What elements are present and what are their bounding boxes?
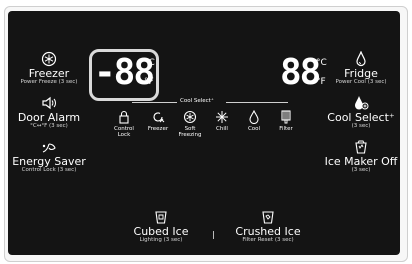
drop-plus-icon: [355, 96, 369, 110]
freezer-mode-label: Freezer: [147, 126, 169, 132]
chill-icon: [216, 111, 228, 123]
cool-icon: [249, 110, 259, 124]
fridge-label: Fridge: [344, 67, 378, 80]
freezer-label: Freezer: [28, 67, 70, 80]
lock-icon: [119, 110, 129, 124]
water-drop-icon: [356, 51, 366, 67]
energy-saver-label: Energy Saver: [12, 155, 86, 168]
freezer-sublabel: Power Freeze (3 sec): [20, 78, 78, 85]
ice-maker-off-label: Ice Maker Off: [324, 155, 398, 168]
door-alarm-sublabel: °C↔°F (3 sec): [30, 122, 68, 129]
energy-saver-button[interactable]: Energy Saver Control Lock (3 sec): [10, 139, 88, 173]
cool-select-sublabel: (3 sec): [351, 122, 371, 129]
fridge-sublabel: Power Cool (3 sec): [335, 78, 387, 85]
control-lock-option[interactable]: Control Lock: [108, 110, 140, 138]
freezer-button[interactable]: Freezer Power Freeze (3 sec): [14, 51, 84, 85]
fridge-temperature-display: 88: [280, 52, 321, 93]
cool-select-label: Cool Select⁺: [327, 111, 395, 124]
speaker-icon: [42, 96, 56, 110]
cool-select-line-right: [226, 102, 288, 103]
cool-option[interactable]: Cool: [238, 110, 270, 132]
crushed-ice-sublabel: Filter Reset (3 sec): [242, 236, 294, 243]
soft-freezing-label: Soft Freezing: [178, 126, 202, 139]
cubed-ice-label: Cubed Ice: [133, 225, 189, 238]
door-alarm-button[interactable]: Door Alarm °C↔°F (3 sec): [14, 95, 84, 129]
ice-bucket-icon: [355, 140, 367, 154]
leaf-plug-icon: [42, 143, 56, 153]
crushed-ice-label: Crushed Ice: [235, 225, 301, 238]
freezer-unit-c: °C: [144, 58, 155, 68]
door-alarm-label: Door Alarm: [17, 111, 81, 124]
cubed-ice-sublabel: Lighting (3 sec): [139, 236, 183, 243]
snowflake-icon: [41, 51, 57, 67]
filter-option[interactable]: Filter: [270, 110, 302, 132]
cool-label: Cool: [247, 126, 261, 132]
fridge-button[interactable]: Fridge Power Cool (3 sec): [326, 51, 396, 85]
control-lock-label: Control Lock: [114, 126, 134, 139]
freezer-mode-option[interactable]: Freezer: [142, 110, 174, 132]
freezer-unit-f: °F: [144, 77, 154, 87]
energy-saver-sublabel: Control Lock (3 sec): [21, 166, 77, 173]
cool-select-line-left: [132, 102, 177, 103]
control-panel: Freezer Power Freeze (3 sec) Door Alarm …: [8, 11, 400, 255]
chill-label: Chill: [216, 126, 228, 132]
crushed-ice-button[interactable]: Crushed Ice Filter Reset (3 sec): [230, 209, 306, 243]
filter-label: Filter: [279, 126, 293, 132]
cool-select-button[interactable]: Cool Select⁺ (3 sec): [326, 95, 396, 129]
ice-maker-off-sublabel: (3 sec): [351, 166, 371, 173]
soft-freezing-icon: [183, 110, 197, 124]
freezer-mode-icon: [153, 112, 165, 123]
filter-icon: [281, 110, 291, 124]
cubed-ice-icon: [155, 211, 167, 224]
cool-select-header: Cool Select⁺: [180, 98, 214, 104]
ice-maker-off-button[interactable]: Ice Maker Off (3 sec): [320, 139, 402, 173]
crushed-ice-icon: [262, 211, 274, 224]
cubed-ice-button[interactable]: Cubed Ice Lighting (3 sec): [126, 209, 196, 243]
chill-option[interactable]: Chill: [206, 110, 238, 132]
fridge-unit-f: °F: [316, 77, 326, 87]
bottom-divider: [213, 231, 214, 239]
soft-freezing-option[interactable]: Soft Freezing: [174, 110, 206, 138]
